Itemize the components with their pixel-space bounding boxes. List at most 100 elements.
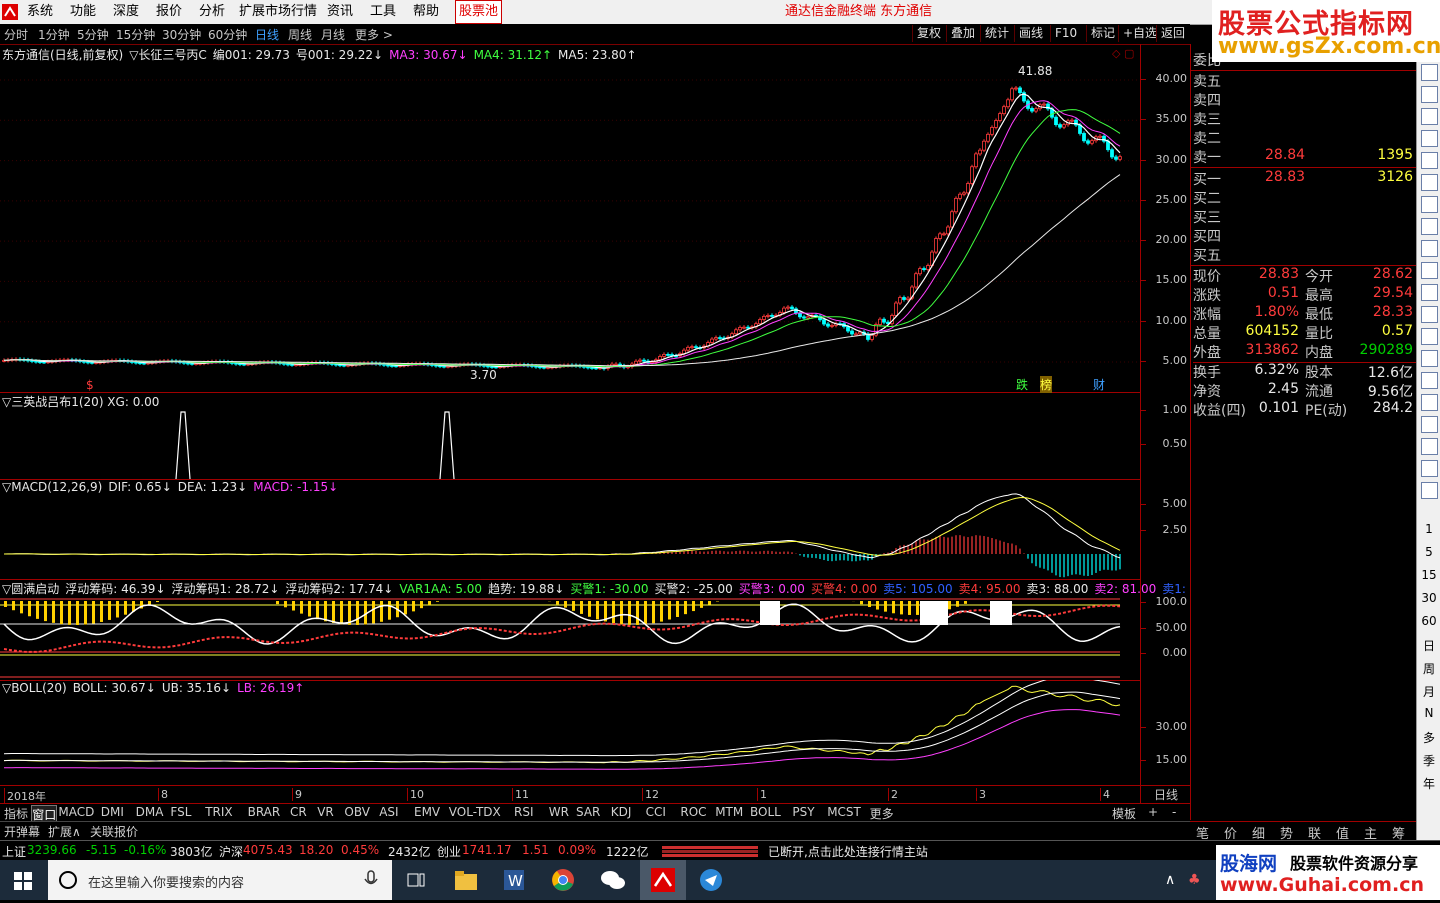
indicator-tab-8[interactable]: CR (290, 805, 307, 819)
template-btn-0[interactable]: 模板 (1112, 805, 1136, 822)
indicator-tab-4[interactable]: DMA (136, 805, 164, 819)
period-intraday[interactable]: 分时 (4, 26, 28, 43)
sidebar-tool-icon[interactable] (1421, 482, 1438, 499)
sidebar-tool-icon[interactable] (1421, 394, 1438, 411)
sidebar-period-8[interactable]: N (1417, 706, 1440, 720)
price-panel[interactable]: 东方通信(日线,前复权)▽长征三号丙C编001: 29.73号001: 29.2… (0, 44, 1140, 393)
tray-app-icon[interactable]: ♣ (1188, 872, 1201, 888)
indicator-tab-17[interactable]: KDJ (611, 805, 632, 819)
sidebar-tool-icon[interactable] (1421, 174, 1438, 191)
indicator-tab-10[interactable]: OBV (344, 805, 370, 819)
sidebar-period-3[interactable]: 30 (1417, 591, 1440, 605)
period-5min[interactable]: 5分钟 (77, 26, 109, 43)
macd-panel[interactable]: ▽MACD(12,26,9)DIF: 0.65↓DEA: 1.23↓MACD: … (0, 479, 1140, 580)
btn-add-watchlist[interactable]: +自选 (1118, 25, 1157, 42)
sidebar-tool-icon[interactable] (1421, 196, 1438, 213)
menu-tools[interactable]: 工具 (370, 0, 396, 24)
period-weekly[interactable]: 周线 (288, 26, 312, 43)
app-icon-blue[interactable] (698, 868, 724, 895)
menu-system[interactable]: 系统 (27, 0, 53, 24)
indicator-tab-13[interactable]: VOL-TDX (449, 805, 501, 819)
menu-quote[interactable]: 报价 (156, 0, 182, 24)
menu-news[interactable]: 资讯 (327, 0, 353, 24)
sidebar-tool-icon[interactable] (1421, 108, 1438, 125)
sidebar-tool-icon[interactable] (1421, 218, 1438, 235)
menu-depth[interactable]: 深度 (113, 0, 139, 24)
sidebar-tool-icon[interactable] (1421, 284, 1438, 301)
file-explorer-icon[interactable] (454, 869, 478, 894)
sidebar-tool-icon[interactable] (1421, 86, 1438, 103)
indicator-tab-3[interactable]: DMI (101, 805, 124, 819)
sidebar-tool-icon[interactable] (1421, 372, 1438, 389)
sidebar-tool-icon[interactable] (1421, 460, 1438, 477)
indicator-tab-18[interactable]: CCI (646, 805, 666, 819)
indicator-tab-2[interactable]: MACD (58, 805, 94, 819)
sanying-panel[interactable]: ▽三英战吕布1(20) XG: 0.00 (0, 392, 1140, 480)
indicator-tab-6[interactable]: TRIX (205, 805, 232, 819)
indicator-tab-14[interactable]: RSI (514, 805, 534, 819)
sidebar-period-9[interactable]: 多 (1417, 729, 1440, 746)
sidebar-period-2[interactable]: 15 (1417, 568, 1440, 582)
btn-f10[interactable]: F10 (1050, 25, 1077, 42)
btn-draw[interactable]: 画线 (1014, 25, 1043, 42)
sidebar-tool-icon[interactable] (1421, 306, 1438, 323)
sidebar-tool-icon[interactable] (1421, 64, 1438, 81)
sidebar-tool-icon[interactable] (1421, 438, 1438, 455)
menu-help[interactable]: 帮助 (413, 0, 439, 24)
x-axis-mode[interactable]: 日线 (1140, 785, 1191, 804)
indicator-tab-22[interactable]: PSY (792, 805, 814, 819)
btn-stats[interactable]: 统计 (980, 25, 1009, 42)
sidebar-period-0[interactable]: 1 (1417, 522, 1440, 536)
period-1min[interactable]: 1分钟 (38, 26, 70, 43)
sidebar-tool-icon[interactable] (1421, 350, 1438, 367)
indicator-tab-19[interactable]: ROC (680, 805, 706, 819)
indicator-tab-9[interactable]: VR (317, 805, 334, 819)
period-more[interactable]: 更多 > (355, 26, 393, 43)
menu-analysis[interactable]: 分析 (199, 0, 225, 24)
chrome-icon[interactable] (551, 868, 575, 895)
indicator-tab-16[interactable]: SAR (576, 805, 600, 819)
period-15min[interactable]: 15分钟 (116, 26, 155, 43)
sidebar-period-10[interactable]: 季 (1417, 752, 1440, 769)
period-30min[interactable]: 30分钟 (162, 26, 201, 43)
sidebar-tool-icon[interactable] (1421, 130, 1438, 147)
task-view-icon[interactable] (406, 870, 426, 893)
tdx-task-icon[interactable] (640, 860, 686, 900)
btn-fuquan[interactable]: 复权 (912, 25, 941, 42)
template-btn-1[interactable]: + (1148, 805, 1158, 819)
sidebar-tool-icon[interactable] (1421, 240, 1438, 257)
indicator-tab-15[interactable]: WR (549, 805, 569, 819)
period-daily[interactable]: 日线 (255, 26, 279, 43)
app-logo-icon[interactable] (2, 0, 18, 24)
expand-icon[interactable]: ◇ ▢ (1112, 47, 1134, 60)
yuanman-panel[interactable]: ▽圆满启动浮动筹码: 46.39↓浮动筹码1: 28.72↓浮动筹码2: 17.… (0, 579, 1140, 681)
btn-overlay[interactable]: 叠加 (946, 25, 975, 42)
sidebar-period-11[interactable]: 年 (1417, 775, 1440, 792)
indicator-tab-24[interactable]: 更多 (870, 805, 894, 822)
boll-panel[interactable]: ▽BOLL(20)BOLL: 30.67↓UB: 35.16↓LB: 26.19… (0, 680, 1140, 785)
sidebar-period-4[interactable]: 60 (1417, 614, 1440, 628)
sidebar-tool-icon[interactable] (1421, 416, 1438, 433)
menu-ext-market[interactable]: 扩展市场行情 (239, 0, 317, 24)
indicator-tab-20[interactable]: MTM (715, 805, 743, 819)
word-icon[interactable]: W (502, 868, 526, 895)
indicator-tab-5[interactable]: FSL (170, 805, 191, 819)
sidebar-period-6[interactable]: 周 (1417, 660, 1440, 677)
btn-related-quote[interactable]: 关联报价 (90, 823, 138, 840)
microphone-icon[interactable] (364, 870, 378, 890)
btn-back[interactable]: 返回 (1156, 25, 1185, 42)
template-btn-2[interactable]: - (1172, 805, 1176, 819)
btn-expand[interactable]: 扩展∧ (48, 823, 81, 840)
indicator-tab-23[interactable]: MCST (827, 805, 861, 819)
indicator-tab-0[interactable]: 指标 (4, 805, 28, 822)
sidebar-tool-icon[interactable] (1421, 328, 1438, 345)
tray-chevron-icon[interactable]: ∧ (1165, 872, 1175, 888)
menu-stock-pool[interactable]: 股票池 (455, 0, 502, 24)
period-monthly[interactable]: 月线 (321, 26, 345, 43)
wechat-icon[interactable] (600, 868, 626, 895)
sidebar-tool-icon[interactable] (1421, 152, 1438, 169)
indicator-tab-7[interactable]: BRAR (248, 805, 281, 819)
sidebar-tool-icon[interactable] (1421, 262, 1438, 279)
indicator-tab-11[interactable]: ASI (379, 805, 398, 819)
indicator-tab-12[interactable]: EMV (414, 805, 440, 819)
